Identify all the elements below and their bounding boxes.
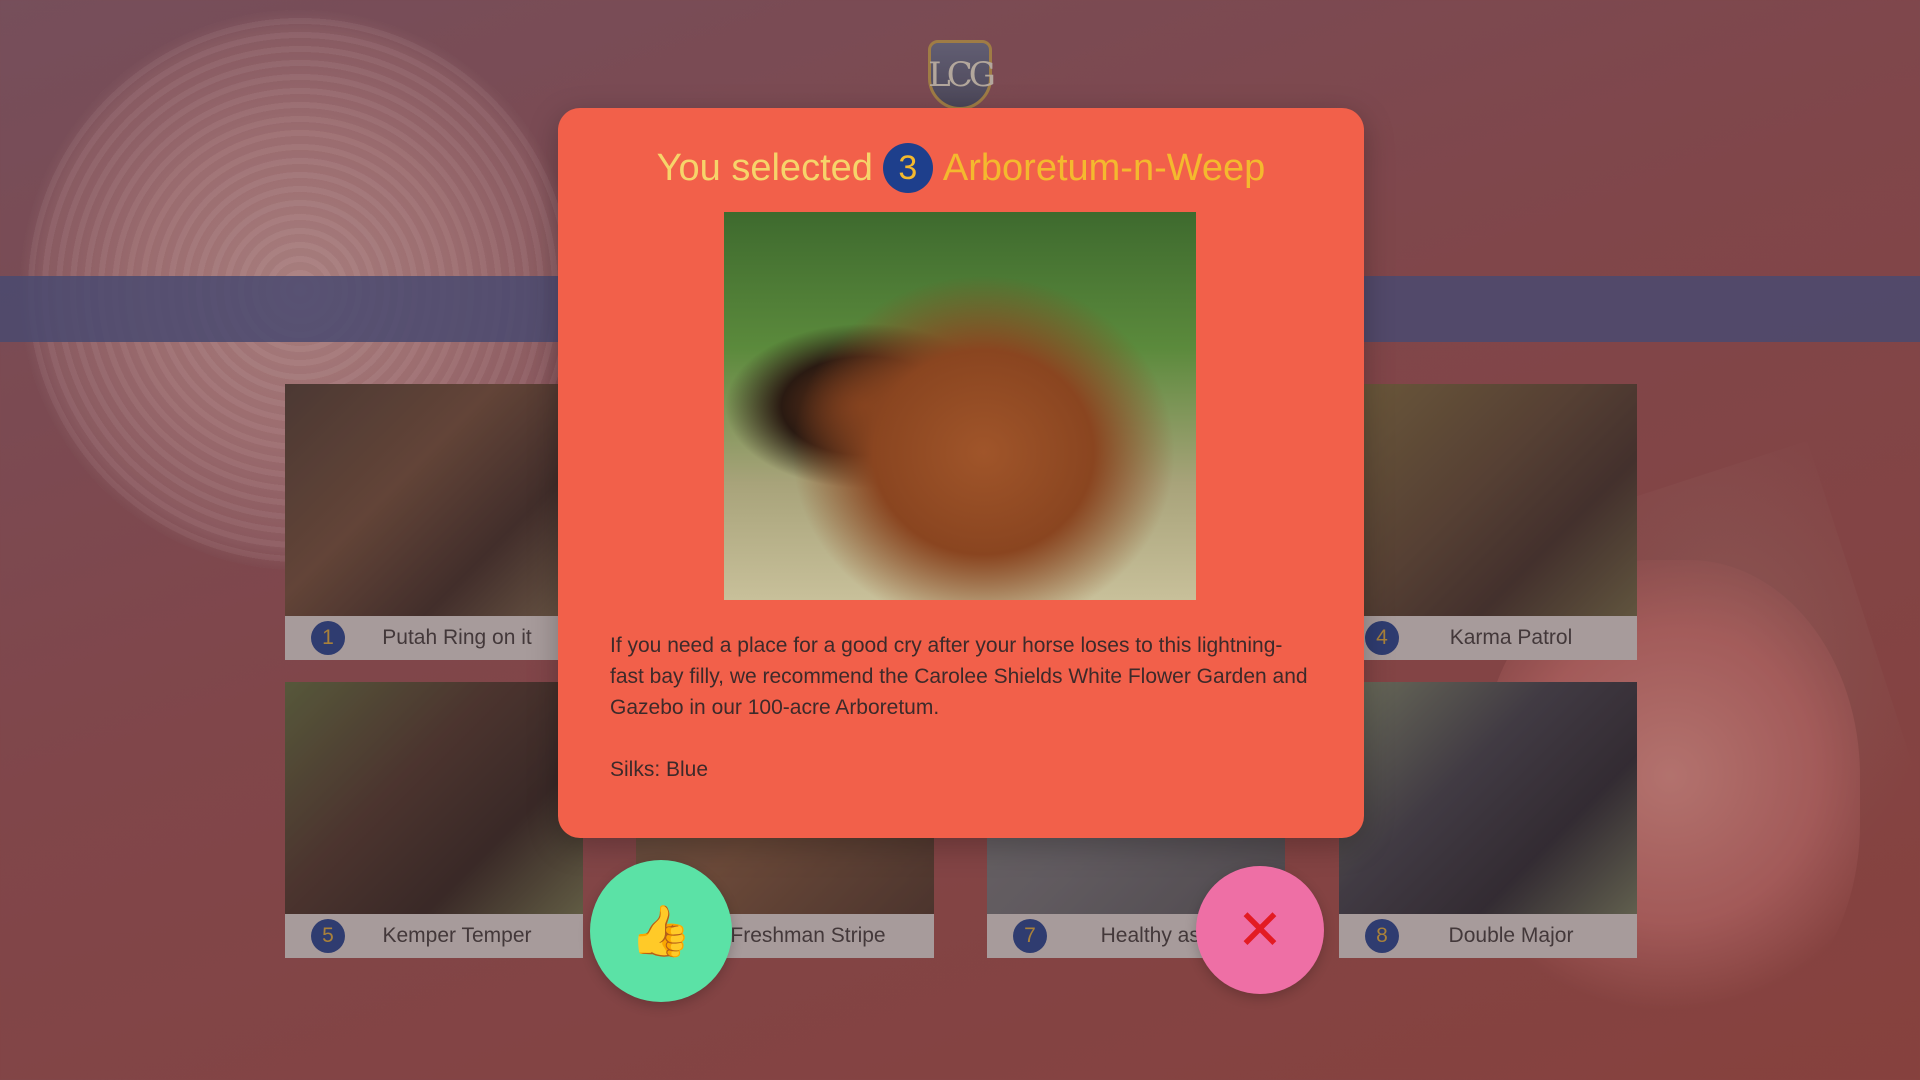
close-button[interactable]: ✕ bbox=[1196, 866, 1324, 994]
horse-detail-modal: You selected 3 Arboretum-n-Weep If you n… bbox=[558, 108, 1364, 838]
thumbs-up-button[interactable]: 👍 bbox=[590, 860, 732, 1002]
modal-title: You selected 3 Arboretum-n-Weep bbox=[558, 138, 1364, 198]
thumbs-up-icon: 👍 bbox=[629, 902, 693, 959]
close-icon: ✕ bbox=[1236, 898, 1284, 961]
selected-horse-number-badge: 3 bbox=[882, 143, 933, 193]
horse-silks: Silks: Blue bbox=[610, 758, 709, 781]
modal-title-lead: You selected bbox=[656, 146, 873, 189]
horse-description: If you need a place for a good cry after… bbox=[610, 634, 1308, 719]
selected-horse-name: Arboretum-n-Weep bbox=[942, 146, 1266, 189]
selected-horse-photo bbox=[724, 212, 1196, 600]
